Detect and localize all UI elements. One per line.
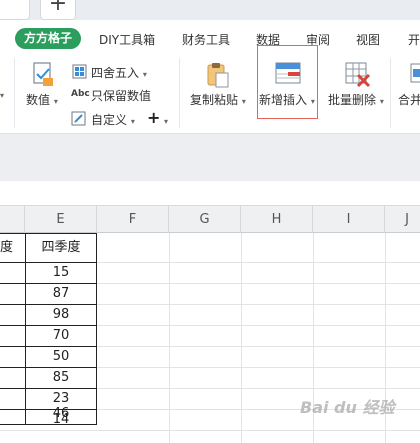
round-label: 四舍五入 — [91, 66, 140, 80]
column-header-j[interactable]: J — [385, 206, 420, 233]
menu-fangfang-tab[interactable]: 方方格子 — [15, 28, 81, 49]
column-header-e[interactable]: E — [25, 206, 97, 233]
menu-view[interactable]: 视图 — [356, 31, 380, 48]
cell-e5[interactable]: 70 — [25, 325, 97, 346]
column-header-i[interactable]: I — [313, 206, 385, 233]
column-header-f[interactable]: F — [97, 206, 169, 233]
abc-icon: Abc — [71, 89, 90, 99]
cell-e1[interactable]: 四季度 — [25, 237, 97, 258]
merge-label: 合并 — [398, 93, 420, 107]
keep-numbers-label: 只保留数值 — [91, 89, 152, 103]
ribbon: ▾ 数值 ▾ 四舍五入 ▾ Abc 只保留数值 自定义 ▾ + ▾ 复制粘贴 ▾… — [0, 54, 420, 134]
new-tab-button[interactable]: + — [40, 0, 76, 20]
menu-more[interactable]: 开 — [408, 31, 420, 48]
menu-bar: 方方格子 DIY工具箱 财务工具 数据 审阅 视图 开 — [0, 20, 420, 54]
clipboard-icon — [207, 63, 229, 88]
round-icon — [72, 64, 87, 79]
cell-e3[interactable]: 87 — [25, 283, 97, 304]
cell-e6[interactable]: 50 — [25, 346, 97, 367]
cell-e10[interactable]: 14 — [25, 409, 97, 430]
column-header-g[interactable]: G — [169, 206, 241, 233]
add-button[interactable]: + — [147, 108, 160, 127]
number-format-icon — [33, 62, 53, 86]
menu-finance-tools[interactable]: 财务工具 — [182, 31, 230, 48]
add-caret-icon[interactable]: ▾ — [164, 113, 168, 127]
delete-table-icon — [345, 62, 371, 88]
numeric-label: 数值 — [26, 93, 51, 107]
custom-label: 自定义 — [91, 113, 128, 127]
spreadsheet-window: + 方方格子 DIY工具箱 财务工具 数据 审阅 视图 开 ▾ 数值 ▾ 四舍五… — [0, 0, 420, 443]
cell-e7[interactable]: 85 — [25, 367, 97, 388]
ribbon-separator — [14, 58, 15, 128]
highlight-frame — [257, 45, 318, 119]
ribbon-separator — [390, 58, 391, 128]
ribbon-separator — [179, 58, 180, 128]
batch-delete-label: 批量删除 — [328, 93, 377, 107]
toolbar-gray-band — [0, 134, 420, 181]
watermark-logo: Bai du 经验 — [300, 398, 395, 417]
document-tab[interactable] — [0, 0, 30, 20]
menu-diy-toolbox[interactable]: DIY工具箱 — [99, 31, 155, 48]
prev-caret-icon[interactable]: ▾ — [0, 91, 4, 100]
cell-e4[interactable]: 98 — [25, 304, 97, 325]
cell-e2[interactable]: 15 — [25, 262, 97, 283]
custom-icon — [71, 111, 86, 126]
column-header-h[interactable]: H — [241, 206, 313, 233]
copy-paste-label: 复制粘贴 — [190, 93, 239, 107]
formula-bar[interactable] — [0, 181, 420, 206]
merge-icon — [410, 63, 420, 83]
cell-d1[interactable]: 度 — [0, 237, 14, 258]
column-header-d[interactable] — [0, 206, 25, 233]
tab-strip: + — [0, 0, 420, 20]
